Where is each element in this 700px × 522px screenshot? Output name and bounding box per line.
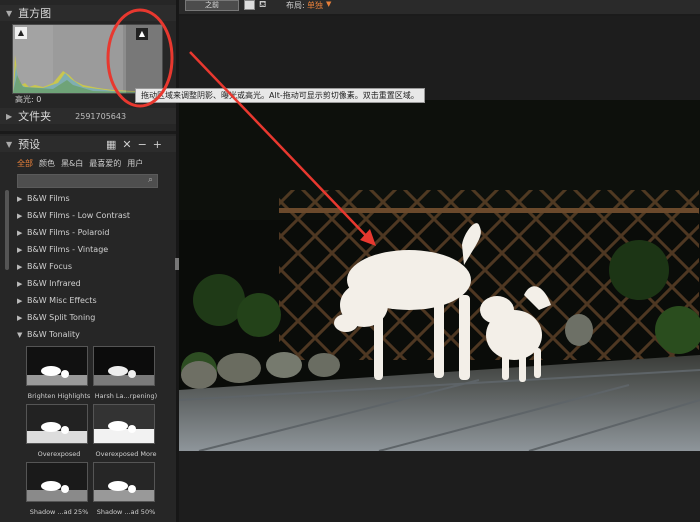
- compare-view-icon[interactable]: [244, 0, 255, 10]
- presets-title: 预设: [18, 138, 41, 151]
- preset-search-input[interactable]: ⌕: [17, 174, 158, 188]
- photo-preview[interactable]: [179, 100, 700, 451]
- preset-group-label: B&W Films: [27, 194, 70, 203]
- top-toolbar: [179, 0, 700, 14]
- fill-bucket-icon[interactable]: ⛾: [259, 0, 266, 11]
- preset-group-item-expanded[interactable]: ▼ B&W Tonality: [17, 326, 157, 343]
- collapse-triangle-icon: ▼: [17, 330, 23, 339]
- search-icon[interactable]: ⌕: [148, 175, 153, 185]
- collapse-triangle-icon[interactable]: ▼: [6, 9, 12, 18]
- expand-triangle-icon: ▶: [17, 279, 23, 288]
- tab-all[interactable]: 全部: [17, 158, 33, 169]
- preset-category-tabs: 全部 颜色 黑&白 最喜爱的 用户: [17, 158, 143, 169]
- chevron-down-icon[interactable]: ▼: [326, 0, 331, 8]
- preset-group-label: B&W Films - Polaroid: [27, 228, 110, 237]
- layout-dropdown[interactable]: 单独: [307, 0, 323, 11]
- tab-bw[interactable]: 黑&白: [61, 158, 83, 169]
- folder-title: 文件夹: [18, 110, 52, 123]
- shadow-clip-toggle-icon[interactable]: ▲: [15, 27, 27, 39]
- preset-thumbnail[interactable]: Brighten Highlights: [26, 346, 92, 400]
- expand-triangle-icon: ▶: [17, 262, 23, 271]
- preset-thumbnail[interactable]: Shadow ...ad 50%: [93, 462, 159, 516]
- expand-triangle-icon: ▶: [17, 228, 23, 237]
- expand-triangle-icon[interactable]: ▶: [6, 112, 12, 121]
- preset-preview-image: [93, 346, 155, 386]
- preset-preview-image: [26, 404, 88, 444]
- add-preset-icon[interactable]: +: [153, 138, 162, 151]
- preset-group-item[interactable]: ▶ B&W Misc Effects: [17, 292, 157, 309]
- expand-triangle-icon: ▶: [17, 313, 23, 322]
- preset-group-item[interactable]: ▶ B&W Infrared: [17, 275, 157, 292]
- preset-thumbnail-label: Overexposed: [37, 450, 81, 458]
- preset-preview-image: [93, 462, 155, 502]
- histogram-title: 直方图: [18, 7, 52, 20]
- preset-thumbnail-label: Shadow ...ad 50%: [96, 508, 156, 516]
- folder-header[interactable]: ▶ 文件夹 2591705643: [0, 108, 176, 124]
- preset-thumbnail-label: Shadow ...ad 25%: [29, 508, 89, 516]
- expand-triangle-icon: ▶: [17, 296, 23, 305]
- preset-thumbnail[interactable]: Shadow ...ad 25%: [26, 462, 92, 516]
- layout-label: 布局:: [286, 1, 305, 10]
- preset-list: ▶ B&W Films ▶ B&W Films - Low Contrast ▶ B&…: [17, 190, 157, 343]
- tab-color[interactable]: 颜色: [39, 158, 55, 169]
- folder-value: 2591705643: [75, 111, 127, 121]
- preset-group-label: B&W Split Toning: [27, 313, 96, 322]
- highlight-clip-toggle-icon[interactable]: ▲: [136, 28, 148, 40]
- preset-preview-image: [26, 346, 88, 386]
- dogs-photo: [179, 100, 700, 451]
- preset-group-label: B&W Tonality: [27, 330, 80, 339]
- collapse-triangle-icon[interactable]: ▼: [6, 140, 12, 149]
- grid-view-icon[interactable]: ▦: [106, 138, 116, 151]
- preset-group-item[interactable]: ▶ B&W Films - Vintage: [17, 241, 157, 258]
- preset-preview-image: [93, 404, 155, 444]
- preset-group-label: B&W Misc Effects: [27, 296, 97, 305]
- preset-group-item[interactable]: ▶ B&W Films: [17, 190, 157, 207]
- preset-thumbnail-label: Brighten Highlights: [27, 392, 91, 400]
- preset-thumbnail[interactable]: Harsh La...rpening): [93, 346, 159, 400]
- preset-scrollbar[interactable]: [5, 190, 9, 270]
- expand-triangle-icon: ▶: [17, 211, 23, 220]
- expand-triangle-icon: ▶: [17, 245, 23, 254]
- shuffle-icon[interactable]: ✕: [122, 138, 131, 151]
- expand-triangle-icon: ▶: [17, 194, 23, 203]
- remove-preset-icon[interactable]: −: [138, 138, 147, 151]
- preset-group-item[interactable]: ▶ B&W Films - Polaroid: [17, 224, 157, 241]
- preset-thumbnail-label: Harsh La...rpening): [94, 392, 158, 400]
- canvas-bottom: [179, 451, 700, 522]
- preset-thumbnail[interactable]: Overexposed More: [93, 404, 159, 458]
- preset-thumbnail[interactable]: Overexposed: [26, 404, 92, 458]
- preset-group-label: B&W Focus: [27, 262, 73, 271]
- panel-divider[interactable]: [0, 131, 176, 134]
- tab-favorites[interactable]: 最喜爱的: [89, 158, 121, 169]
- histogram-tooltip: 拖动区域来调整阴影、曝光或高光。Alt-拖动可显示剪切像素。双击重置区域。: [135, 88, 425, 103]
- preset-group-label: B&W Films - Low Contrast: [27, 211, 131, 220]
- tab-user[interactable]: 用户: [127, 158, 143, 169]
- preset-group-item[interactable]: ▶ B&W Focus: [17, 258, 157, 275]
- preset-thumbnail-label: Overexposed More: [95, 450, 157, 458]
- preset-preview-image: [26, 462, 88, 502]
- preset-group-item[interactable]: ▶ B&W Split Toning: [17, 309, 157, 326]
- presets-tools: ▦ ✕ − +: [106, 138, 162, 151]
- histogram-header[interactable]: ▼ 直方图: [0, 5, 176, 21]
- highlight-clip-readout: 高光: 0: [15, 95, 42, 104]
- preset-group-item[interactable]: ▶ B&W Films - Low Contrast: [17, 207, 157, 224]
- preset-group-label: B&W Infrared: [27, 279, 81, 288]
- before-button[interactable]: 之前: [185, 0, 239, 11]
- presets-header[interactable]: ▼ 预设 ▦ ✕ − +: [0, 136, 176, 152]
- preset-group-label: B&W Films - Vintage: [27, 245, 109, 254]
